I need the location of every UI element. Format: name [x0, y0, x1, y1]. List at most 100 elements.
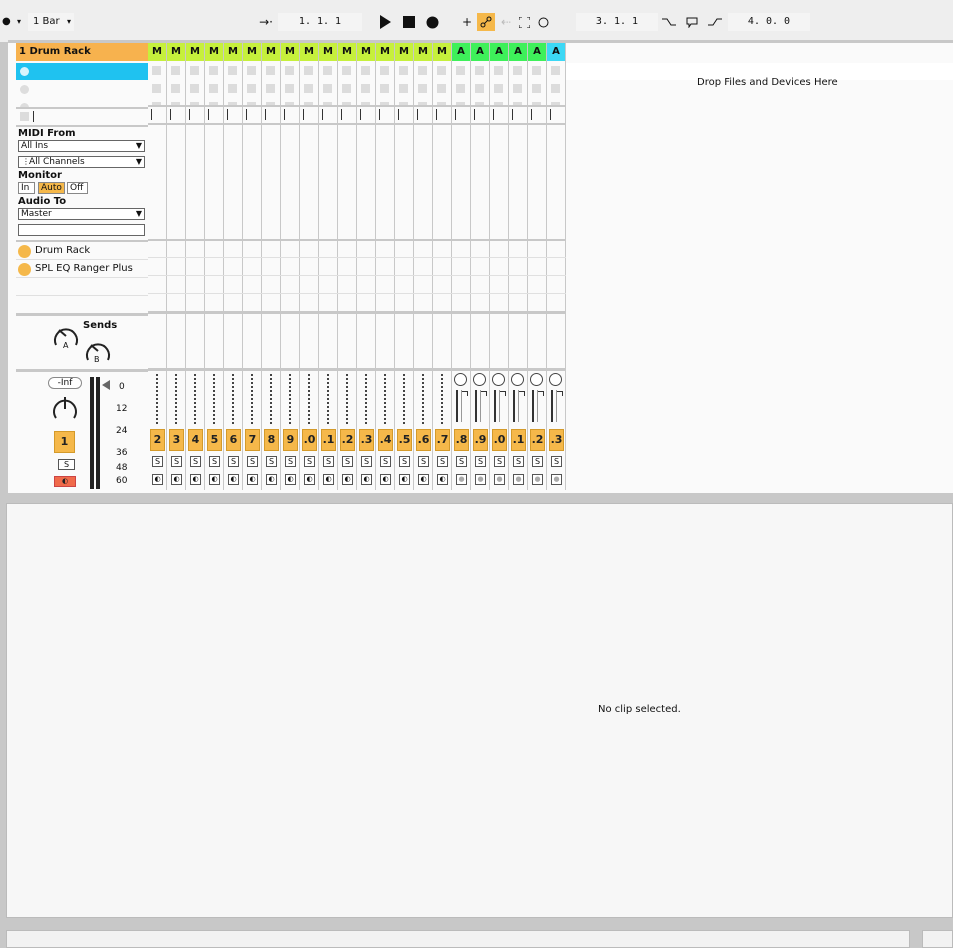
chain-activator-button[interactable]: .0 — [302, 429, 317, 451]
clip-slot-icon[interactable] — [323, 84, 332, 93]
clip-slot-icon[interactable] — [475, 84, 484, 93]
chain-activator-button[interactable]: .6 — [416, 429, 431, 451]
clip-slot-icon[interactable] — [304, 84, 313, 93]
stop-button-icon[interactable] — [303, 109, 304, 120]
chain-header[interactable]: A — [528, 43, 546, 61]
clip-slot-icon[interactable] — [437, 66, 446, 75]
clip-slot-icon[interactable] — [304, 66, 313, 75]
clip-slot-icon[interactable] — [399, 66, 408, 75]
loop-icon[interactable] — [683, 13, 701, 31]
chain-monitor-icon[interactable]: ◐ — [399, 474, 410, 485]
chain-knob-icon[interactable] — [549, 373, 562, 386]
chain-header[interactable]: M — [338, 43, 356, 61]
follow-indicator[interactable]: ● — [2, 13, 11, 31]
clip-slot-icon[interactable] — [342, 66, 351, 75]
stop-button-icon[interactable] — [265, 109, 266, 120]
stop-button-icon[interactable] — [417, 109, 418, 120]
chain-monitor-icon[interactable]: ◐ — [190, 474, 201, 485]
chain-header[interactable]: M — [414, 43, 432, 61]
punch-out-icon[interactable] — [706, 13, 724, 31]
clip-slot-icon[interactable] — [247, 84, 256, 93]
stop-button-icon[interactable] — [170, 109, 171, 120]
device-item[interactable]: Drum Rack — [16, 243, 148, 260]
chain-header[interactable]: M — [433, 43, 451, 61]
audio-to-select[interactable]: Master — [18, 208, 145, 220]
loop-length[interactable]: 4. 0. 0 — [728, 13, 810, 31]
clip-slot-icon[interactable] — [209, 84, 218, 93]
chain-knob-icon[interactable] — [530, 373, 543, 386]
chain-activator-button[interactable]: .4 — [378, 429, 393, 451]
chain-activator-button[interactable]: .1 — [511, 429, 526, 451]
clip-slot-icon[interactable] — [190, 84, 199, 93]
audio-to-channel-field[interactable] — [18, 224, 145, 236]
chain-activator-button[interactable]: .0 — [492, 429, 507, 451]
chain-header[interactable]: M — [205, 43, 223, 61]
follow-arrow-icon[interactable]: →· — [256, 13, 276, 31]
chain-monitor-icon[interactable]: ◐ — [247, 474, 258, 485]
chain-monitor-icon[interactable]: ◐ — [171, 474, 182, 485]
clip-slot-icon[interactable] — [551, 84, 560, 93]
add-icon[interactable]: + — [458, 13, 476, 31]
record-button[interactable] — [423, 13, 441, 31]
chain-solo-button[interactable]: S — [551, 456, 562, 467]
midi-channel-select[interactable]: ⋮ All Channels — [18, 156, 145, 168]
clip-slot-icon[interactable] — [171, 66, 180, 75]
device-on-icon[interactable] — [18, 245, 31, 258]
stop-button-icon[interactable] — [341, 109, 342, 120]
clip-slot-icon[interactable] — [551, 66, 560, 75]
clip-slot-icon[interactable] — [342, 84, 351, 93]
clip-slot-icon[interactable] — [171, 84, 180, 93]
chain-header[interactable]: M — [319, 43, 337, 61]
chain-activator-button[interactable]: .8 — [454, 429, 469, 451]
clip-slot-icon[interactable] — [380, 84, 389, 93]
stop-button-icon[interactable] — [227, 109, 228, 120]
chain-activator-button[interactable]: .5 — [397, 429, 412, 451]
chain-solo-button[interactable]: S — [171, 456, 182, 467]
chain-monitor-icon[interactable]: ◐ — [323, 474, 334, 485]
clip-slot-icon[interactable] — [209, 66, 218, 75]
chain-monitor-icon[interactable]: ● — [475, 474, 486, 485]
pan-knob-icon[interactable] — [51, 394, 79, 424]
clip-slot-icon[interactable] — [456, 66, 465, 75]
back-to-arrangement-icon[interactable]: ⇠ — [497, 13, 515, 31]
capture-icon[interactable] — [515, 13, 533, 31]
chain-solo-button[interactable]: S — [361, 456, 372, 467]
chain-solo-button[interactable]: S — [285, 456, 296, 467]
chain-solo-button[interactable]: S — [228, 456, 239, 467]
chain-monitor-icon[interactable]: ◐ — [152, 474, 163, 485]
chain-solo-button[interactable]: S — [494, 456, 505, 467]
chain-header[interactable]: M — [186, 43, 204, 61]
clip-slot-icon[interactable] — [532, 84, 541, 93]
arrangement-position[interactable]: 1. 1. 1 — [278, 13, 362, 31]
clip-slot-icon[interactable] — [247, 66, 256, 75]
chain-header[interactable]: A — [490, 43, 508, 61]
chain-activator-button[interactable]: .2 — [340, 429, 355, 451]
chain-monitor-icon[interactable]: ◐ — [266, 474, 277, 485]
chain-knob-icon[interactable] — [454, 373, 467, 386]
device-on-icon[interactable] — [18, 263, 31, 276]
chain-header[interactable]: A — [509, 43, 527, 61]
clip-slot[interactable] — [16, 81, 148, 98]
chain-solo-button[interactable]: S — [513, 456, 524, 467]
stop-button-icon[interactable] — [246, 109, 247, 120]
volume-field[interactable]: -Inf — [48, 377, 82, 389]
chain-activator-button[interactable]: 5 — [207, 429, 222, 451]
chain-activator-button[interactable]: .1 — [321, 429, 336, 451]
chain-activator-button[interactable]: 7 — [245, 429, 260, 451]
chain-monitor-icon[interactable]: ● — [513, 474, 524, 485]
clip-slot-icon[interactable] — [152, 84, 161, 93]
midi-from-select[interactable]: All Ins — [18, 140, 145, 152]
chain-header[interactable]: M — [262, 43, 280, 61]
clip-slot-icon[interactable] — [418, 66, 427, 75]
chain-activator-button[interactable]: 3 — [169, 429, 184, 451]
chain-header[interactable]: M — [167, 43, 185, 61]
stop-button-icon[interactable] — [455, 109, 456, 120]
chain-header[interactable]: M — [224, 43, 242, 61]
clip-slot-icon[interactable] — [475, 66, 484, 75]
stop-all-clips-icon[interactable] — [20, 112, 29, 121]
clip-slot-icon[interactable] — [437, 84, 446, 93]
chain-header[interactable]: M — [376, 43, 394, 61]
chain-solo-button[interactable]: S — [266, 456, 277, 467]
chain-activator-button[interactable]: .3 — [549, 429, 564, 451]
chain-activator-button[interactable]: 4 — [188, 429, 203, 451]
